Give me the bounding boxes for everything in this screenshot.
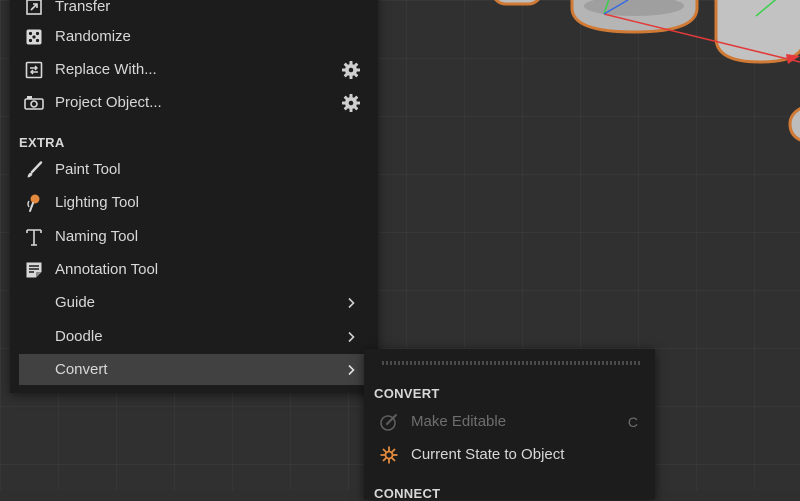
gear-icon[interactable] [339,87,363,118]
menu-item-label: Project Object... [55,94,162,111]
section-header-connect: CONNECT [374,486,441,501]
menu-item-doodle[interactable]: Doodle [19,321,369,352]
menu-item-transfer[interactable]: Transfer [19,0,369,22]
chevron-right-icon [339,321,363,352]
text-icon [23,226,45,248]
submenu-item-label: Make Editable [411,413,507,430]
menu-item-replace-with[interactable]: Replace With... [19,54,369,85]
submenu-item-label: Current State to Object [411,446,565,463]
gear-icon[interactable] [339,54,363,85]
context-menu: Transfer Randomize Replace With... Proje… [10,0,378,393]
menu-item-label: Randomize [55,28,131,45]
menu-item-convert[interactable]: Convert [19,354,369,385]
shortcut-label: C [627,413,638,430]
menu-item-label: Replace With... [55,61,157,78]
menu-item-lighting-tool[interactable]: Lighting Tool [19,187,369,218]
menu-item-guide[interactable]: Guide [19,287,369,318]
menu-item-naming-tool[interactable]: Naming Tool [19,221,369,252]
brush-icon [23,159,45,181]
menu-item-label: Guide [55,294,96,311]
lighting-icon [23,192,45,214]
convert-submenu: CONVERT Make Editable C Current State to… [364,349,655,501]
object-cylinder-right [714,0,800,64]
menu-item-label: Naming Tool [55,228,139,245]
submenu-drag-handle[interactable] [381,361,641,365]
menu-item-label: Doodle [55,328,103,345]
menu-item-randomize[interactable]: Randomize [19,21,369,52]
menu-item-label: Lighting Tool [55,194,139,211]
section-header-extra: EXTRA [19,135,65,150]
current-state-icon [378,444,400,466]
submenu-item-current-state-to-object[interactable]: Current State to Object [374,439,646,470]
object-capsule [494,0,540,6]
object-capsule-right [788,107,800,142]
annotation-icon [23,259,45,281]
make-editable-icon [378,411,400,433]
menu-item-label: Paint Tool [55,161,121,178]
menu-item-annotation-tool[interactable]: Annotation Tool [19,254,369,285]
chevron-right-icon [339,287,363,318]
menu-item-paint-tool[interactable]: Paint Tool [19,154,369,185]
transfer-icon [23,0,45,18]
project-icon [23,92,45,114]
menu-item-label: Convert [55,361,108,378]
menu-item-project-object[interactable]: Project Object... [19,87,369,118]
submenu-item-make-editable[interactable]: Make Editable C [374,406,646,437]
replace-icon [23,59,45,81]
section-header-convert: CONVERT [374,386,440,401]
menu-item-label: Annotation Tool [55,261,159,278]
menu-item-label: Transfer [55,0,111,15]
chevron-right-icon [339,354,363,385]
dice-icon [23,26,45,48]
